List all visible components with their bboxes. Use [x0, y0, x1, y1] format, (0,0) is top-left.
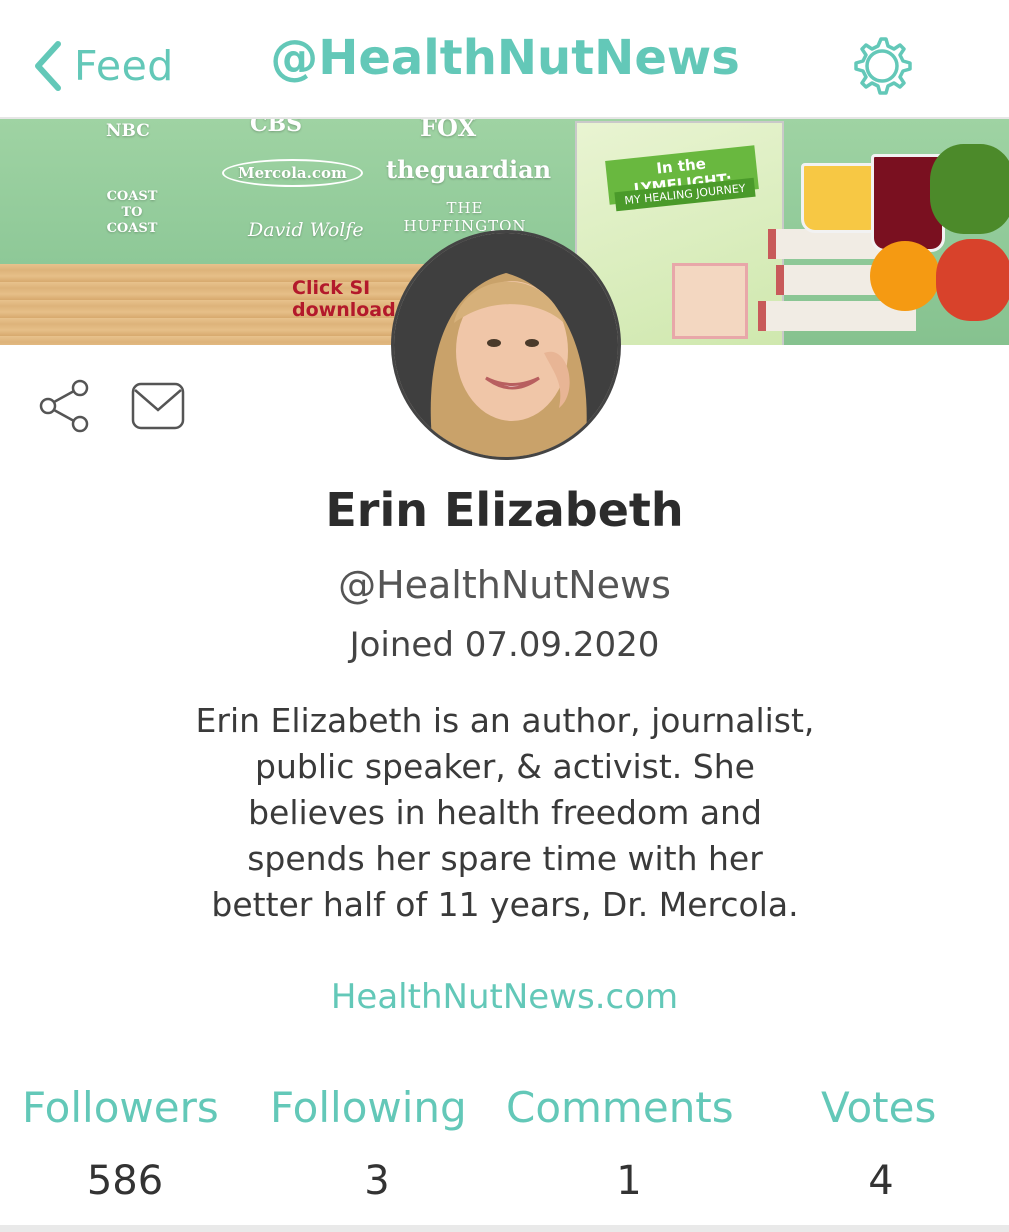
avatar-photo: [394, 233, 618, 457]
profile-bio: Erin Elizabeth is an author, journalist,…: [195, 701, 815, 924]
orange-image: [870, 241, 940, 311]
votes-label[interactable]: Votes: [821, 1083, 936, 1132]
book-author-photo: [672, 263, 748, 339]
followers-count[interactable]: 586: [65, 1158, 185, 1204]
website-link[interactable]: HealthNutNews.com: [0, 977, 1009, 1017]
following-label[interactable]: Following: [270, 1083, 467, 1132]
banner-promo-text[interactable]: Click SI download: [292, 277, 396, 321]
avatar[interactable]: [391, 230, 621, 460]
brand-cbs: CBS: [250, 119, 302, 137]
profile-handle: @HealthNutNews: [338, 563, 671, 607]
back-label: Feed: [74, 42, 174, 90]
broccoli-image: [930, 144, 1009, 234]
page-title: @HealthNutNews: [270, 30, 740, 86]
brand-coast-to-coast: COAST TO COAST: [106, 189, 158, 236]
followers-label[interactable]: Followers: [22, 1083, 219, 1132]
joined-date: Joined 07.09.2020: [349, 625, 660, 665]
following-count[interactable]: 3: [317, 1158, 437, 1204]
profile-name: Erin Elizabeth: [325, 483, 684, 537]
gear-icon[interactable]: [848, 33, 914, 99]
share-icon[interactable]: [38, 379, 92, 433]
promo-line-1: Click SI: [292, 277, 371, 299]
brand-guardian: theguardian: [386, 155, 552, 184]
promo-line-2: download: [292, 299, 396, 321]
apple-image: [936, 239, 1009, 321]
brand-david-wolfe: David Wolfe: [248, 219, 364, 241]
comments-label[interactable]: Comments: [506, 1083, 734, 1132]
comments-count[interactable]: 1: [569, 1158, 689, 1204]
chevron-left-icon: [35, 41, 61, 91]
brand-fox: FOX: [420, 119, 477, 142]
top-nav-bar: Feed @HealthNutNews: [0, 0, 1009, 119]
brand-nbc: NBC: [106, 121, 150, 141]
bottom-divider: [0, 1225, 1009, 1232]
brand-mercola: Mercola.com: [222, 159, 363, 187]
back-to-feed-button[interactable]: Feed: [30, 38, 174, 94]
votes-count[interactable]: 4: [821, 1158, 941, 1204]
mail-icon[interactable]: [130, 380, 186, 432]
